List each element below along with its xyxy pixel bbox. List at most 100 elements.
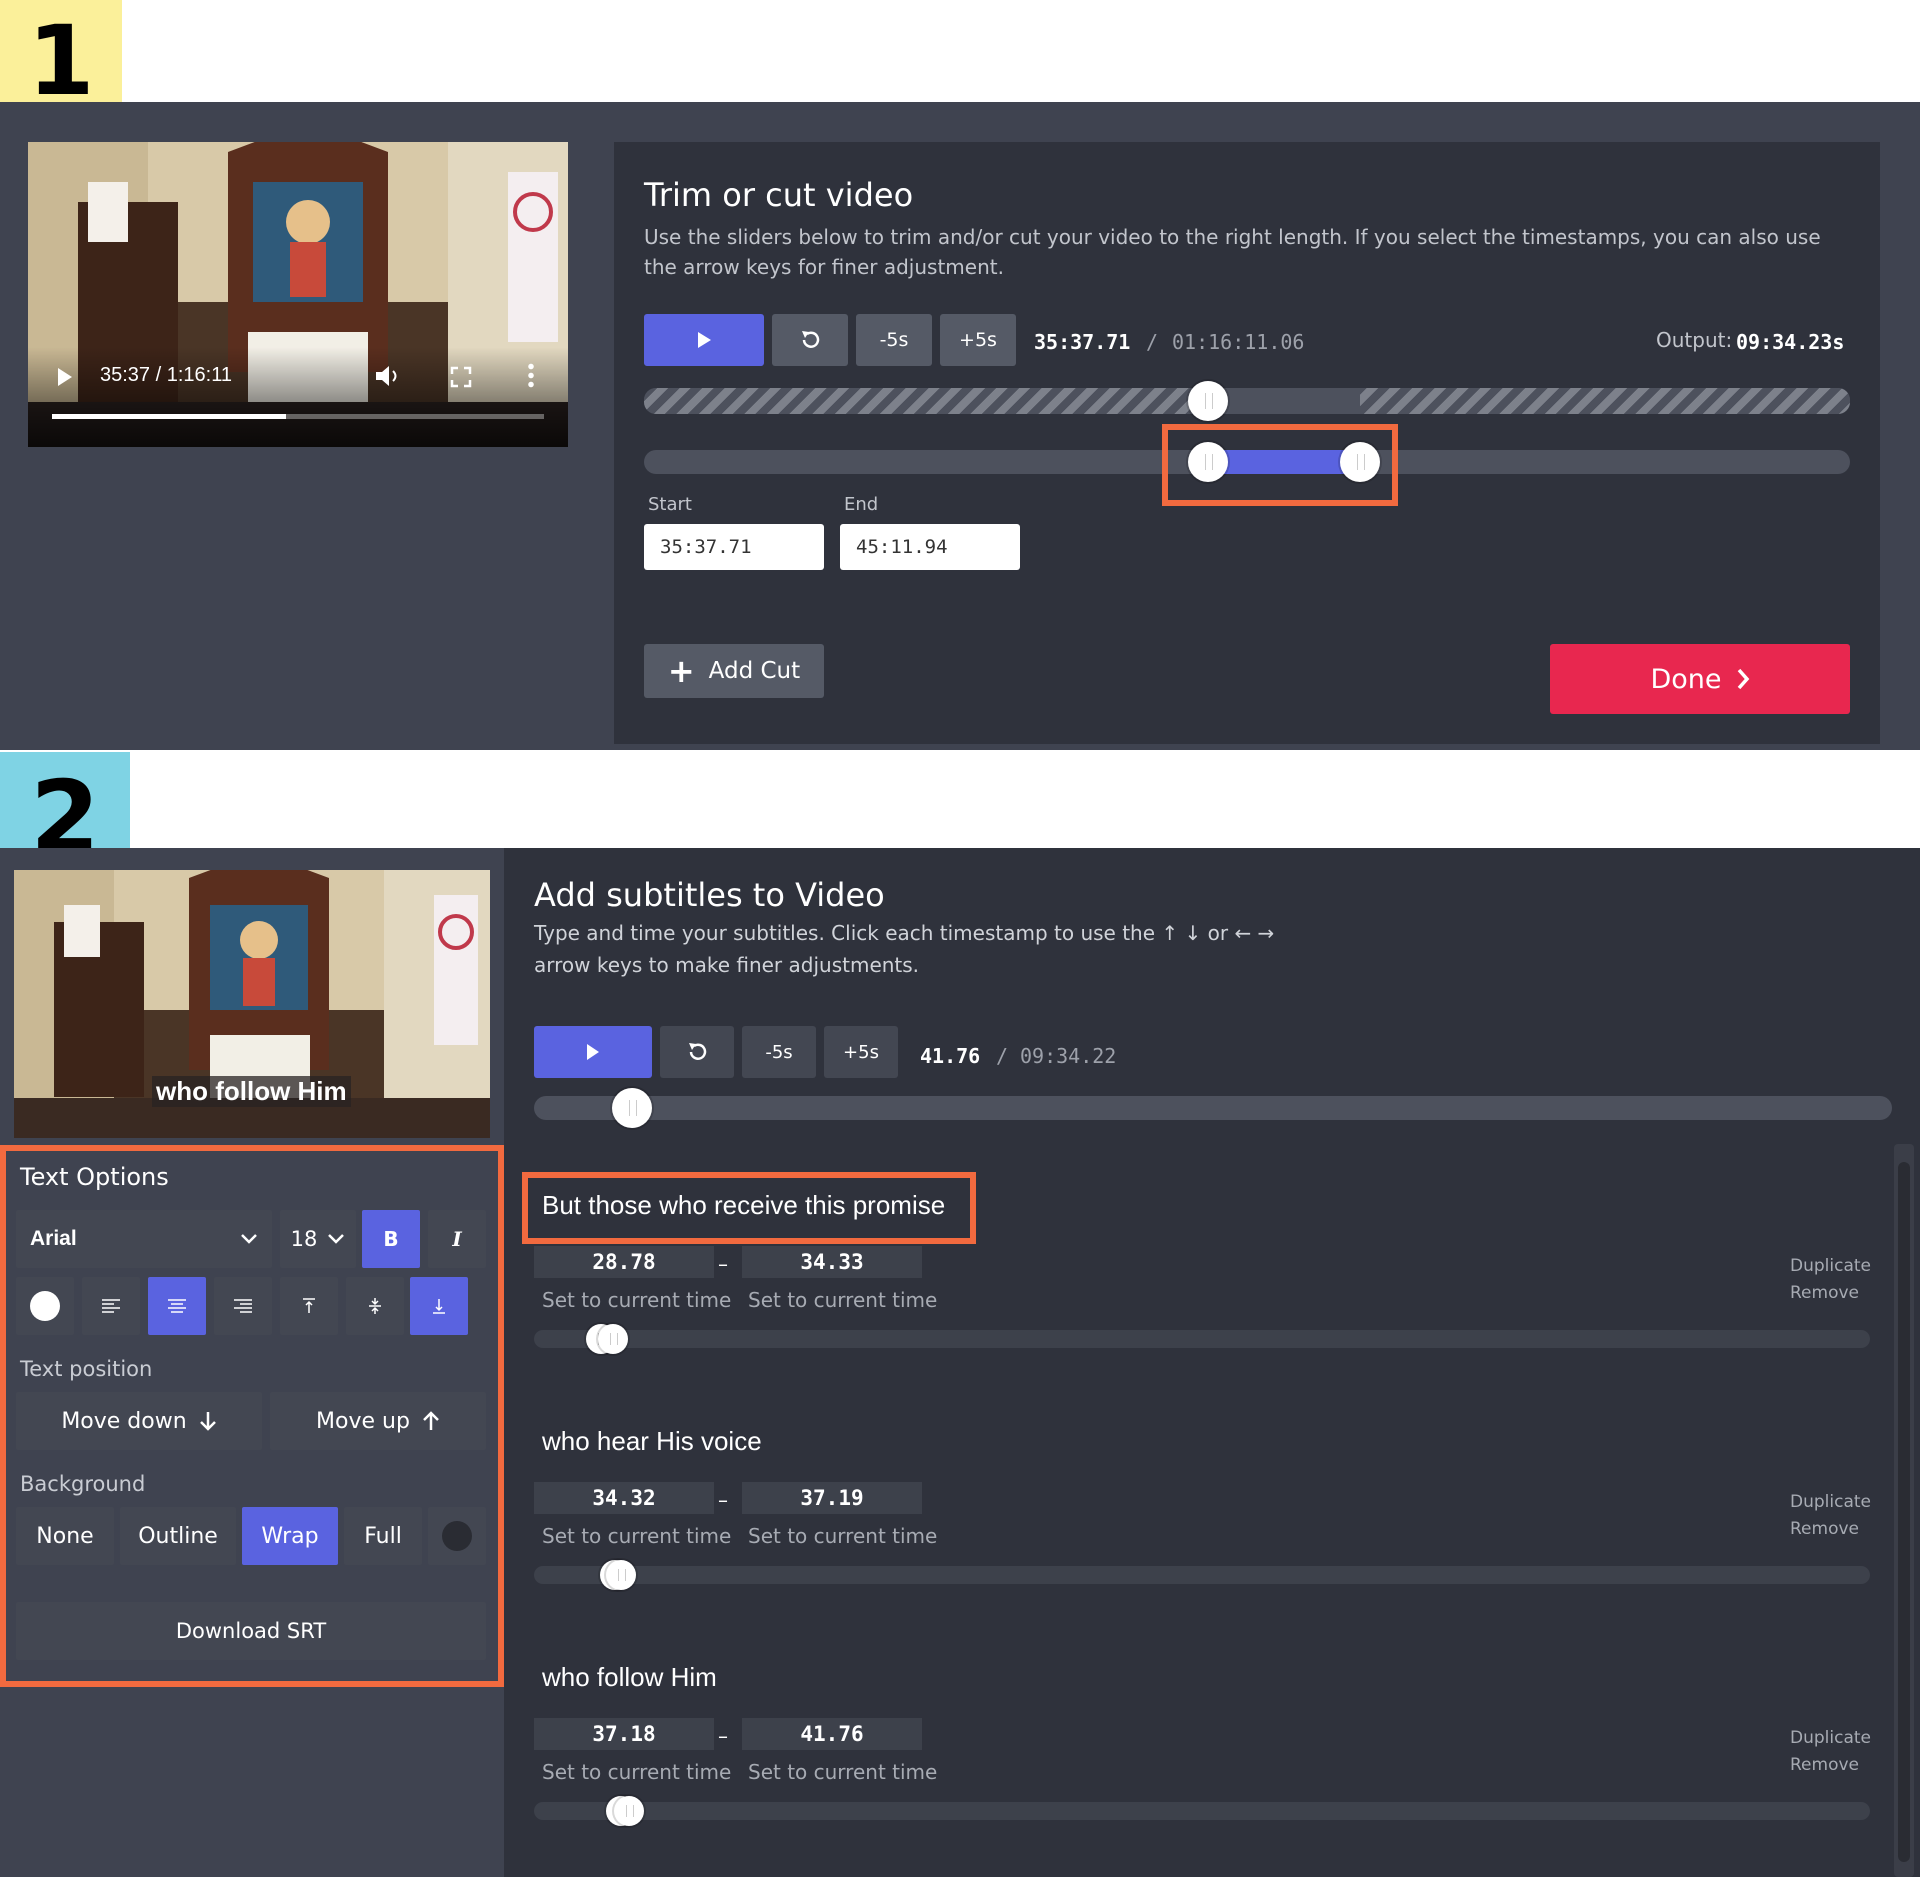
subtitle-3-start[interactable]: 37.18 bbox=[534, 1718, 714, 1750]
text-color-button[interactable] bbox=[16, 1277, 74, 1335]
subtitle-3-set-end[interactable]: Set to current time bbox=[748, 1760, 937, 1784]
plus-5s-button[interactable]: +5s bbox=[940, 314, 1016, 366]
video-player-2[interactable]: who follow Him bbox=[14, 870, 490, 1138]
replay-button[interactable] bbox=[772, 314, 848, 366]
chevron-right-icon bbox=[1737, 668, 1749, 690]
subtitle-3-end[interactable]: 41.76 bbox=[742, 1718, 922, 1750]
subtitle-1-end-handle[interactable] bbox=[598, 1324, 628, 1354]
subtitle-3-text[interactable]: who follow Him bbox=[542, 1662, 717, 1693]
bg-none-button[interactable]: None bbox=[16, 1507, 114, 1565]
align-center-icon bbox=[168, 1299, 186, 1313]
arrow-down-icon bbox=[199, 1412, 216, 1431]
minus-5s-button[interactable]: -5s bbox=[856, 314, 932, 366]
current-time[interactable]: 35:37.71 bbox=[1034, 330, 1130, 354]
bg-outline-button[interactable]: Outline bbox=[120, 1507, 236, 1565]
subtitle-2-remove[interactable]: Remove bbox=[1790, 1519, 1859, 1539]
subtitle-timeline[interactable] bbox=[534, 1096, 1892, 1120]
subtitle-1-end[interactable]: 34.33 bbox=[742, 1246, 922, 1278]
subtitle-3-dash: – bbox=[718, 1724, 728, 1748]
subtitle-3-timeline[interactable] bbox=[534, 1802, 1870, 1820]
subtitle-3-remove[interactable]: Remove bbox=[1790, 1755, 1859, 1775]
fullscreen-icon[interactable] bbox=[450, 366, 472, 388]
subtitle-2-end[interactable]: 37.19 bbox=[742, 1482, 922, 1514]
subtitles-description-line2: arrow keys to make finer adjustments. bbox=[534, 953, 920, 977]
playhead-handle[interactable] bbox=[1188, 381, 1228, 421]
subtitle-3-end-handle[interactable] bbox=[614, 1796, 644, 1826]
cut-region-right bbox=[1360, 388, 1850, 414]
output-label: Output: bbox=[1656, 328, 1733, 352]
bg-color-button[interactable] bbox=[428, 1507, 486, 1565]
subtitle-replay-button[interactable] bbox=[660, 1026, 734, 1078]
subtitle-2-duplicate[interactable]: Duplicate bbox=[1790, 1492, 1871, 1512]
align-top-icon bbox=[303, 1298, 315, 1313]
plus-icon: + bbox=[667, 652, 695, 690]
font-size-select[interactable]: 18 bbox=[280, 1210, 356, 1268]
subtitle-current-time[interactable]: 41.76 bbox=[920, 1044, 980, 1068]
italic-button[interactable]: I bbox=[428, 1210, 486, 1268]
vertical-bottom-button[interactable] bbox=[410, 1277, 468, 1335]
video-time-display: 35:37 / 1:16:11 bbox=[100, 364, 232, 386]
subtitle-2-set-start[interactable]: Set to current time bbox=[542, 1524, 731, 1548]
vertical-top-button[interactable] bbox=[280, 1277, 338, 1335]
font-size-value: 18 bbox=[290, 1227, 318, 1251]
subtitle-2-end-handle[interactable] bbox=[606, 1560, 636, 1590]
move-down-label: Move down bbox=[61, 1408, 187, 1434]
align-center-button[interactable] bbox=[148, 1277, 206, 1335]
subtitle-2-start[interactable]: 34.32 bbox=[534, 1482, 714, 1514]
move-up-button[interactable]: Move up bbox=[270, 1392, 486, 1450]
subtitle-2-timeline[interactable] bbox=[534, 1566, 1870, 1584]
subtitle-2-set-end[interactable]: Set to current time bbox=[748, 1524, 937, 1548]
volume-icon[interactable] bbox=[374, 364, 402, 388]
add-cut-button[interactable]: + Add Cut bbox=[644, 644, 824, 698]
font-select[interactable]: Arial bbox=[16, 1210, 272, 1268]
subtitles-scrollbar-thumb[interactable] bbox=[1898, 1162, 1910, 1862]
vertical-middle-button[interactable] bbox=[346, 1277, 404, 1335]
subtitle-play-button[interactable] bbox=[534, 1026, 652, 1078]
move-down-button[interactable]: Move down bbox=[16, 1392, 262, 1450]
align-left-button[interactable] bbox=[82, 1277, 140, 1335]
subtitle-playhead-handle[interactable] bbox=[612, 1088, 652, 1128]
subtitles-description-line1: Type and time your subtitles. Click each… bbox=[534, 921, 1275, 945]
video-progress-fill bbox=[52, 414, 286, 419]
replay-icon bbox=[802, 331, 820, 348]
video-player-1[interactable]: 35:37 / 1:16:11 bbox=[28, 142, 568, 447]
trim-description: Use the sliders below to trim and/or cut… bbox=[644, 225, 1821, 279]
subtitle-3-set-start[interactable]: Set to current time bbox=[542, 1760, 731, 1784]
more-options-icon[interactable] bbox=[528, 362, 534, 388]
text-position-label: Text position bbox=[20, 1357, 153, 1381]
bold-button[interactable]: B bbox=[362, 1210, 420, 1268]
subtitle-1-set-end[interactable]: Set to current time bbox=[748, 1288, 937, 1312]
done-button[interactable]: Done bbox=[1550, 644, 1850, 714]
bg-full-button[interactable]: Full bbox=[344, 1507, 422, 1565]
subtitle-1-remove[interactable]: Remove bbox=[1790, 1283, 1859, 1303]
cut-region-left bbox=[644, 388, 1208, 414]
end-time-input[interactable]: 45:11.94 bbox=[840, 524, 1020, 570]
download-srt-button[interactable]: Download SRT bbox=[16, 1602, 486, 1660]
chevron-down-icon bbox=[328, 1234, 345, 1244]
subtitle-2-text[interactable]: who hear His voice bbox=[542, 1426, 762, 1457]
subtitle-1-set-start[interactable]: Set to current time bbox=[542, 1288, 731, 1312]
subtitle-3-duplicate[interactable]: Duplicate bbox=[1790, 1728, 1871, 1748]
start-label: Start bbox=[648, 494, 692, 515]
subtitle-2-dash: – bbox=[718, 1488, 728, 1512]
video-controls-bar bbox=[28, 347, 568, 447]
video-caption-overlay: who follow Him bbox=[152, 1076, 351, 1107]
play-icon[interactable] bbox=[58, 368, 72, 386]
subtitle-1-start[interactable]: 28.78 bbox=[534, 1246, 714, 1278]
output-value: 09:34.23s bbox=[1736, 330, 1845, 354]
dark-circle-icon bbox=[442, 1521, 472, 1551]
bg-wrap-button[interactable]: Wrap bbox=[242, 1507, 338, 1565]
font-select-value: Arial bbox=[30, 1227, 77, 1250]
play-button[interactable] bbox=[644, 314, 764, 366]
done-label: Done bbox=[1650, 663, 1722, 695]
subtitle-1-timeline[interactable] bbox=[534, 1330, 1870, 1348]
subtitle-minus-5s-button[interactable]: -5s bbox=[742, 1026, 816, 1078]
white-circle-icon bbox=[30, 1291, 60, 1321]
subtitle-1-duplicate[interactable]: Duplicate bbox=[1790, 1256, 1871, 1276]
align-right-button[interactable] bbox=[214, 1277, 272, 1335]
replay-icon bbox=[689, 1043, 707, 1060]
subtitle-plus-5s-button[interactable]: +5s bbox=[824, 1026, 898, 1078]
subtitle-1-text[interactable]: But those who receive this promise bbox=[542, 1190, 945, 1221]
start-time-input[interactable]: 35:37.71 bbox=[644, 524, 824, 570]
subtitles-title: Add subtitles to Video bbox=[534, 876, 885, 914]
